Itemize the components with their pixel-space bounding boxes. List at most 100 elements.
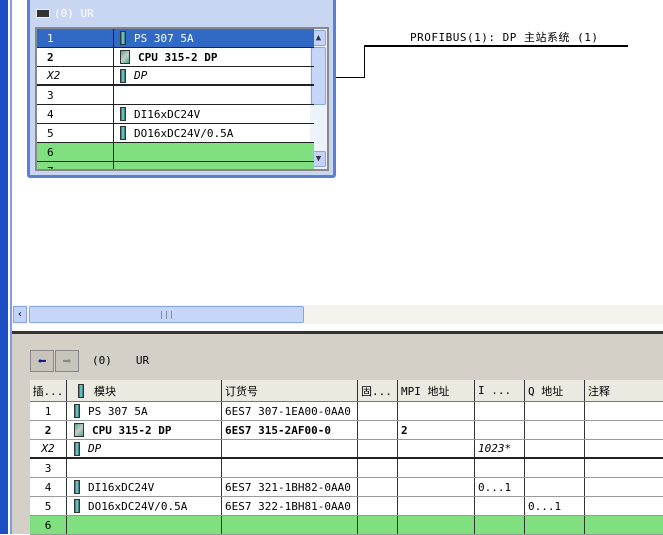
cell-i[interactable]: 1023* <box>475 440 525 457</box>
cell-order[interactable] <box>222 440 358 457</box>
cell-fw[interactable] <box>358 421 398 439</box>
col-slot[interactable]: 插... <box>30 380 67 401</box>
cell-fw[interactable] <box>358 459 398 477</box>
cell-mpi[interactable] <box>398 497 475 515</box>
rack-slot-list[interactable]: ▲ ▼ 1 PS 307 5A 2 CPU 315-2 DP X2 DP 3 4 DI16xDC… <box>35 27 329 171</box>
horizontal-scrollbar[interactable]: ‹ ||| <box>12 305 663 324</box>
forward-button[interactable]: ➡ <box>55 350 79 372</box>
cell-order[interactable] <box>222 459 358 477</box>
module-icon <box>120 68 126 83</box>
table-row[interactable]: 3 <box>30 459 663 478</box>
module-name: CPU 315-2 DP <box>92 423 172 437</box>
col-firmware[interactable]: 固... <box>358 380 398 401</box>
cell-i[interactable] <box>475 516 525 534</box>
table-row[interactable]: 2 CPU 315-2 DP 6ES7 315-2AF00-0 2 <box>30 421 663 440</box>
cell-comment[interactable] <box>585 421 663 439</box>
cell-i[interactable] <box>475 459 525 477</box>
cell-fw[interactable] <box>358 497 398 515</box>
cell-comment[interactable] <box>585 478 663 496</box>
cell-i[interactable] <box>475 402 525 420</box>
cell-slot[interactable]: 6 <box>30 516 67 534</box>
cell-mpi[interactable] <box>398 402 475 420</box>
cell-order[interactable] <box>222 516 358 534</box>
cell-q[interactable] <box>525 478 585 496</box>
cell-q[interactable] <box>525 516 585 534</box>
module-icon <box>74 404 80 418</box>
module-icon <box>78 383 84 398</box>
cell-comment[interactable] <box>585 516 663 534</box>
rack-number: (0) <box>92 354 112 367</box>
table-row[interactable]: 5 DO16xDC24V/0.5A 6ES7 322-1BH81-0AA0 0...1 <box>30 497 663 516</box>
cell-module[interactable]: PS 307 5A <box>67 402 222 420</box>
col-order-number[interactable]: 订货号 <box>222 380 358 401</box>
cell-q[interactable]: 0...1 <box>525 497 585 515</box>
rack-slot-row[interactable]: 6 <box>37 143 314 162</box>
rack-slot-row[interactable]: 4 DI16xDC24V <box>37 105 314 124</box>
cell-fw[interactable] <box>358 402 398 420</box>
table-row[interactable]: 6 <box>30 516 663 535</box>
cell-slot[interactable]: 1 <box>30 402 67 420</box>
cell-order[interactable]: 6ES7 322-1BH81-0AA0 <box>222 497 358 515</box>
cell-module[interactable] <box>67 459 222 477</box>
rack-slot-row[interactable]: 1 PS 307 5A <box>37 29 314 48</box>
cell-fw[interactable] <box>358 440 398 457</box>
col-i-address[interactable]: I ... <box>475 380 525 401</box>
module-table[interactable]: 插... 模块 订货号 固... MPI 地址 I ... Q 地址 注释 1 P… <box>30 380 663 535</box>
col-comment[interactable]: 注释 <box>585 380 663 401</box>
cell-slot[interactable]: 5 <box>30 497 67 515</box>
rack-slot-row[interactable]: X2 DP <box>37 67 314 86</box>
cell-slot[interactable]: 3 <box>30 459 67 477</box>
module-name: DI16xDC24V <box>134 107 201 121</box>
col-module-label: 模块 <box>94 384 116 398</box>
table-row[interactable]: 4 DI16xDC24V 6ES7 321-1BH82-0AA0 0...1 <box>30 478 663 497</box>
col-mpi-address[interactable]: MPI 地址 <box>398 380 475 401</box>
cell-module[interactable]: DI16xDC24V <box>67 478 222 496</box>
cell-module[interactable]: DP <box>67 440 222 457</box>
cell-q[interactable] <box>525 459 585 477</box>
slot-number: 7 <box>37 162 114 169</box>
cell-i[interactable] <box>475 421 525 439</box>
cell-mpi[interactable] <box>398 478 475 496</box>
cell-comment[interactable] <box>585 459 663 477</box>
slot-number: 4 <box>37 105 114 123</box>
rack-slot-row[interactable]: 5 DO16xDC24V/0.5A <box>37 124 314 143</box>
table-row[interactable]: 1 PS 307 5A 6ES7 307-1EA00-0AA0 <box>30 402 663 421</box>
cell-fw[interactable] <box>358 478 398 496</box>
rack-slot-row[interactable]: 2 CPU 315-2 DP <box>37 48 314 67</box>
cell-q[interactable] <box>525 421 585 439</box>
profibus-label[interactable]: PROFIBUS(1): DP 主站系统 (1) <box>410 29 598 45</box>
profibus-line[interactable] <box>365 45 628 47</box>
cell-module[interactable]: CPU 315-2 DP <box>67 421 222 439</box>
table-row[interactable]: X2 DP 1023* <box>30 440 663 459</box>
cell-mpi[interactable] <box>398 516 475 534</box>
cell-order[interactable]: 6ES7 307-1EA00-0AA0 <box>222 402 358 420</box>
col-module[interactable]: 模块 <box>67 380 222 401</box>
rack-slot-row[interactable]: 7 <box>37 162 314 169</box>
cell-i[interactable]: 0...1 <box>475 478 525 496</box>
scroll-left-button[interactable]: ‹ <box>13 306 27 323</box>
scroll-thumb[interactable]: ||| <box>29 306 304 323</box>
cell-i[interactable] <box>475 497 525 515</box>
cell-comment[interactable] <box>585 497 663 515</box>
rack-slot-row[interactable]: 3 <box>37 86 314 105</box>
cell-comment[interactable] <box>585 440 663 457</box>
cell-mpi[interactable]: 2 <box>398 421 475 439</box>
cell-mpi[interactable] <box>398 440 475 457</box>
back-button[interactable]: ⬅ <box>30 350 54 372</box>
cell-order[interactable]: 6ES7 315-2AF00-0 <box>222 421 358 439</box>
cell-q[interactable] <box>525 440 585 457</box>
cell-slot[interactable]: 2 <box>30 421 67 439</box>
module-name: PS 307 5A <box>88 404 148 418</box>
cell-slot[interactable]: 4 <box>30 478 67 496</box>
cell-comment[interactable] <box>585 402 663 420</box>
rack-window[interactable]: (0) UR ▲ ▼ 1 PS 307 5A 2 CPU 315-2 DP X2 DP 3 4… <box>27 0 336 178</box>
cell-slot[interactable]: X2 <box>30 440 67 457</box>
cell-module[interactable] <box>67 516 222 534</box>
cell-order[interactable]: 6ES7 321-1BH82-0AA0 <box>222 478 358 496</box>
cell-mpi[interactable] <box>398 459 475 477</box>
col-q-address[interactable]: Q 地址 <box>525 380 585 401</box>
cell-module[interactable]: DO16xDC24V/0.5A <box>67 497 222 515</box>
rack-name: UR <box>135 354 150 367</box>
cell-q[interactable] <box>525 402 585 420</box>
cell-fw[interactable] <box>358 516 398 534</box>
